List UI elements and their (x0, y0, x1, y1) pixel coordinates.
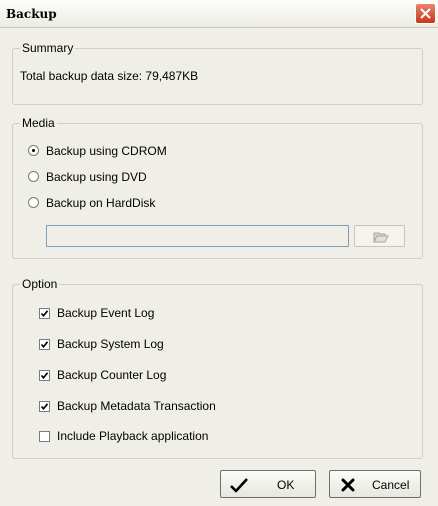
checkbox-counter-log[interactable] (39, 370, 50, 381)
cancel-button[interactable]: Cancel (329, 470, 421, 498)
checkbox-event-log-label[interactable]: Backup Event Log (57, 306, 154, 320)
ok-button[interactable]: OK (220, 470, 316, 498)
checkmark-icon (230, 478, 248, 493)
checkbox-counter-log-label[interactable]: Backup Counter Log (57, 368, 166, 382)
x-icon (341, 478, 355, 492)
checkmark-icon (41, 341, 48, 348)
option-legend: Option (20, 277, 60, 291)
checkbox-event-log[interactable] (39, 308, 50, 319)
summary-group: Summary Total backup data size: 79,487KB (12, 41, 423, 105)
checkbox-metadata-transaction[interactable] (39, 401, 50, 412)
checkbox-metadata-transaction-label[interactable]: Backup Metadata Transaction (57, 399, 216, 413)
radio-harddisk[interactable] (28, 197, 39, 208)
title-bar[interactable]: Backup (0, 0, 438, 28)
folder-open-icon (373, 232, 389, 243)
checkbox-system-log-label[interactable]: Backup System Log (57, 337, 164, 351)
close-icon (420, 8, 431, 19)
checkmark-icon (41, 403, 48, 410)
cancel-button-label: Cancel (372, 478, 410, 492)
summary-legend: Summary (20, 41, 76, 55)
media-legend: Media (20, 116, 57, 130)
radio-harddisk-label[interactable]: Backup on HardDisk (46, 196, 155, 210)
checkbox-system-log[interactable] (39, 339, 50, 350)
checkbox-include-playback-label[interactable]: Include Playback application (57, 429, 208, 443)
close-button[interactable] (415, 3, 436, 24)
checkbox-include-playback[interactable] (39, 431, 50, 442)
checkmark-icon (41, 372, 48, 379)
window-title: Backup (6, 7, 57, 21)
total-backup-size: Total backup data size: 79,487KB (20, 69, 199, 83)
browse-folder-button[interactable] (354, 225, 405, 247)
radio-cdrom[interactable] (28, 145, 39, 156)
radio-cdrom-label[interactable]: Backup using CDROM (46, 144, 167, 158)
radio-dvd[interactable] (28, 171, 39, 182)
checkmark-icon (41, 310, 48, 317)
radio-dvd-label[interactable]: Backup using DVD (46, 170, 147, 184)
harddisk-path-input[interactable] (46, 225, 349, 247)
ok-button-label: OK (277, 478, 295, 492)
